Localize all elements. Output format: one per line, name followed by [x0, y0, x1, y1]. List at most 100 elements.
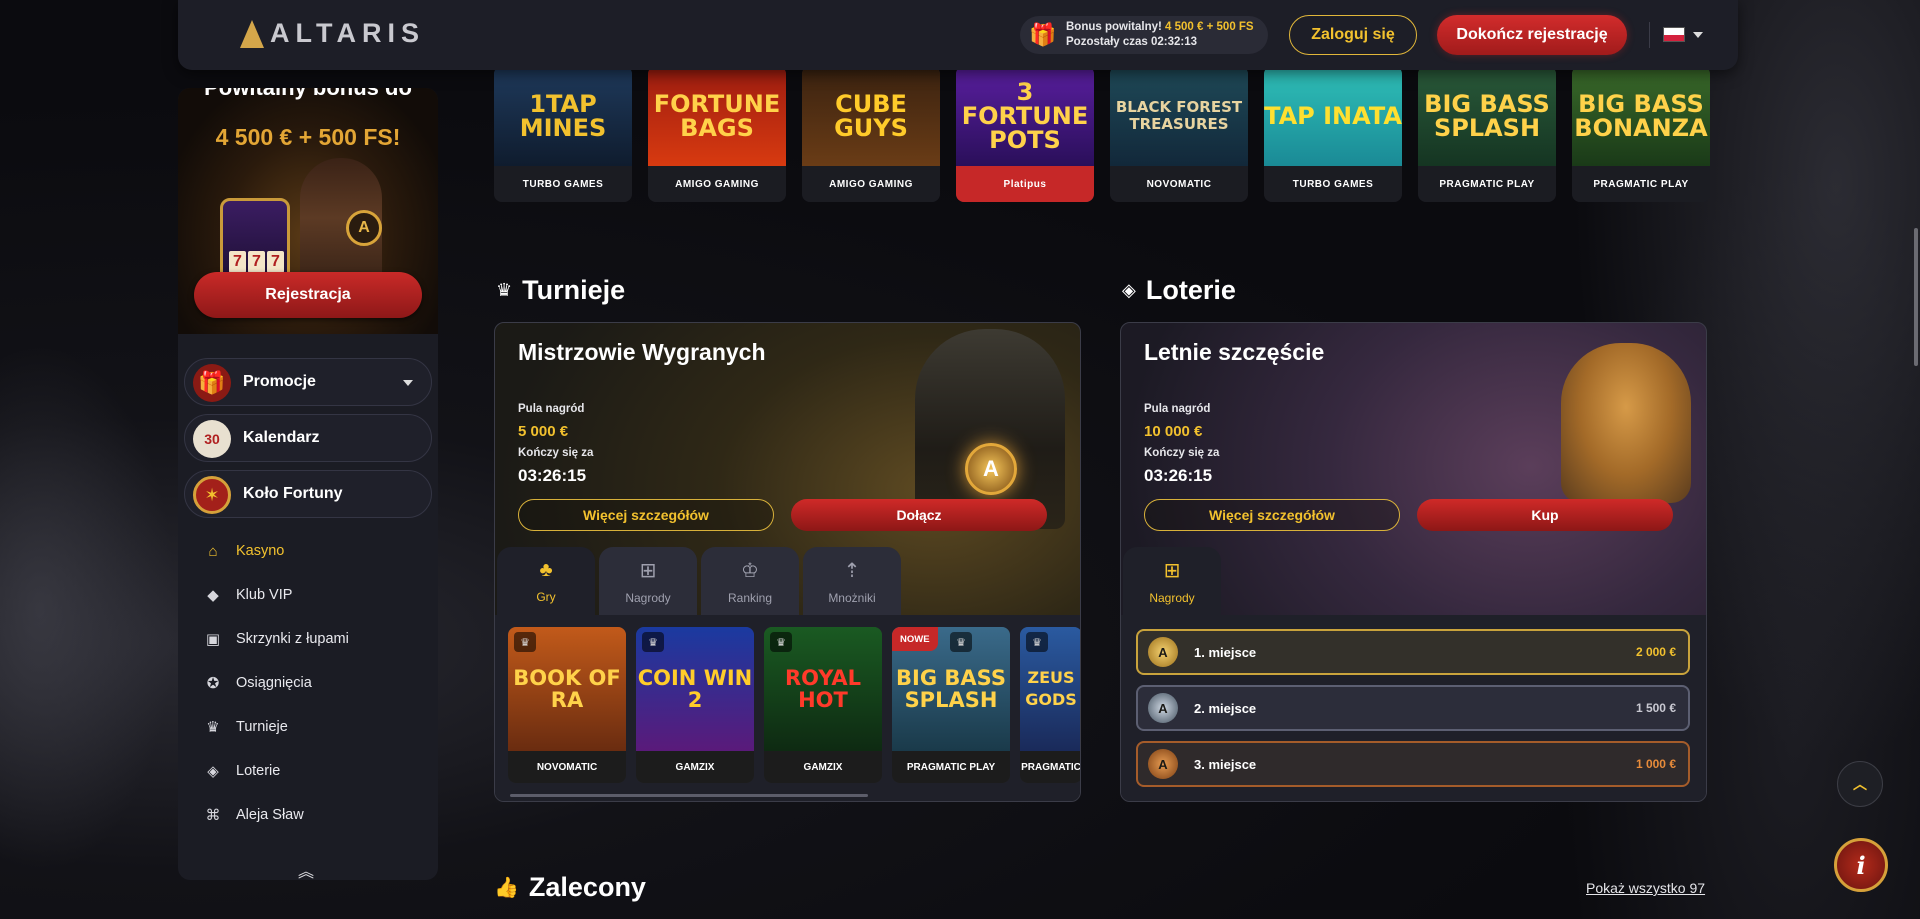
- join-tournament-button[interactable]: Dołącz: [791, 499, 1047, 531]
- home-icon: ⌂: [208, 542, 218, 560]
- prize-amount: 1 000 €: [1635, 757, 1676, 771]
- lotteries-heading: ◈ Loterie: [1122, 275, 1236, 306]
- trophy-icon: ♛: [206, 719, 220, 736]
- nav-label: Aleja Sław: [236, 807, 304, 823]
- games-scrollbar[interactable]: [510, 794, 868, 797]
- lotteries-title: Loterie: [1145, 275, 1236, 305]
- chevron-down-icon[interactable]: [403, 380, 413, 386]
- welcome-promo-banner[interactable]: Powitalny bonus do 4 500 € + 500 FS! 7 7…: [178, 88, 438, 334]
- nav-label: Loterie: [236, 763, 281, 779]
- tab-prizes[interactable]: ⊞ Nagrody: [1123, 547, 1221, 615]
- gift-bonus-icon: 🎁: [1029, 22, 1057, 47]
- scroll-to-top-button[interactable]: ︿: [1837, 761, 1883, 807]
- nav-label: Osiągnięcia: [236, 675, 312, 691]
- game-tile[interactable]: BLACK FOREST TREASURES NOVOMATIC: [1110, 66, 1248, 202]
- game-provider: GAMZIX: [764, 751, 882, 783]
- sidebar-item-casino[interactable]: ⌂ Kasyno: [204, 539, 284, 563]
- bonus-amount: 4 500 € + 500 FS: [1165, 21, 1254, 33]
- tab-multipliers[interactable]: ⇡ Mnożniki: [803, 547, 901, 615]
- tab-prizes[interactable]: ⊞ Nagrody: [599, 547, 697, 615]
- lottery-card: Letnie szczęście Pula nagród 10 000 € Ko…: [1120, 322, 1707, 802]
- crown-icon: ♔: [741, 559, 759, 582]
- prize-row-3: A 3. miejsce 1 000 €: [1136, 741, 1690, 787]
- prize-row-2: A 2. miejsce 1 500 €: [1136, 685, 1690, 731]
- buy-ticket-button[interactable]: Kup: [1417, 499, 1673, 531]
- login-button[interactable]: Zaloguj się: [1289, 15, 1417, 55]
- game-provider: Platipus: [956, 166, 1094, 202]
- sidebar-item-fortune-wheel[interactable]: ✶ Koło Fortuny: [184, 470, 432, 518]
- achievement-icon: ✪: [206, 675, 220, 692]
- tab-ranking[interactable]: ♔ Ranking: [701, 547, 799, 615]
- game-provider: TURBO GAMES: [494, 166, 632, 202]
- site-logo[interactable]: ALTARIS: [240, 18, 425, 49]
- lottery-name: Letnie szczęście: [1144, 339, 1325, 365]
- register-button[interactable]: Rejestracja: [194, 272, 422, 318]
- nav-label: Klub VIP: [236, 587, 293, 603]
- trophy-icon: ♛: [514, 632, 536, 652]
- slot-reel: 7: [267, 251, 284, 273]
- game-provider: AMIGO GAMING: [802, 166, 940, 202]
- prize-pool-value: 5 000 €: [518, 423, 569, 440]
- collapse-up-icon[interactable]: ︽: [298, 858, 314, 880]
- game-tile[interactable]: CUBE GUYS AMIGO GAMING: [802, 66, 940, 202]
- game-tile[interactable]: BIG BASS SPLASH PRAGMATIC PLAY: [1418, 66, 1556, 202]
- gold-medal-icon: A: [1148, 637, 1178, 667]
- show-all-link[interactable]: Pokaż wszystko 97: [1586, 880, 1705, 896]
- tournament-game-tile[interactable]: ROYAL HOT ♛ GAMZIX: [764, 627, 882, 783]
- game-tile[interactable]: 1TAP MINES TURBO GAMES: [494, 66, 632, 202]
- recommended-heading: 👍 Zalecony: [494, 872, 646, 903]
- sidebar-item-vip-club[interactable]: ◆ Klub VIP: [204, 583, 292, 607]
- game-tile[interactable]: TAP INATA TURBO GAMES: [1264, 66, 1402, 202]
- game-provider: NOVOMATIC: [1110, 166, 1248, 202]
- info-button[interactable]: i: [1834, 838, 1888, 892]
- sidebar-item-calendar[interactable]: 30 Kalendarz: [184, 414, 432, 462]
- bonus-timer: Pozostały czas 02:32:13: [1066, 36, 1198, 48]
- prize-row-1: A 1. miejsce 2 000 €: [1136, 629, 1690, 675]
- gift-icon: ⊞: [1163, 559, 1181, 582]
- sidebar-item-lotteries[interactable]: ◈ Loterie: [204, 759, 280, 783]
- trophy-icon: ♛: [642, 632, 664, 652]
- game-tile[interactable]: BIG BASS BONANZA PRAGMATIC PLAY: [1572, 66, 1710, 202]
- hall-of-fame-icon: ⌘: [205, 807, 221, 824]
- game-tile[interactable]: 3 FORTUNE POTS Platipus: [956, 66, 1094, 202]
- nav-label: Turnieje: [236, 719, 288, 735]
- finish-registration-button[interactable]: Dokończ rejestrację: [1437, 15, 1627, 55]
- poland-flag-icon[interactable]: [1663, 27, 1685, 42]
- tournament-details-button[interactable]: Więcej szczegółów: [518, 499, 774, 531]
- tournaments-heading: ♛ Turnieje: [496, 275, 625, 306]
- game-provider: NOVOMATIC: [508, 751, 626, 783]
- sidebar-item-achievements[interactable]: ✪ Osiągnięcia: [204, 671, 312, 695]
- game-provider: PRAGMATIC: [1020, 751, 1080, 783]
- lottery-icon: ◈: [207, 763, 219, 780]
- ends-in-timer: 03:26:15: [518, 466, 587, 485]
- game-tile[interactable]: FORTUNE BAGS AMIGO GAMING: [648, 66, 786, 202]
- sidebar-item-hall-of-fame[interactable]: ⌘ Aleja Sław: [204, 803, 304, 827]
- cherries-icon: ♣: [539, 558, 553, 581]
- tab-games[interactable]: ♣ Gry: [497, 547, 595, 615]
- sidebar-item-tournaments[interactable]: ♛ Turnieje: [204, 715, 288, 739]
- ends-in-label: Kończy się za: [1144, 447, 1220, 459]
- new-badge: NOWE: [892, 627, 938, 651]
- top-header: ALTARIS 🎁 Bonus powitalny! 4 500 € + 500…: [178, 0, 1738, 70]
- prize-place: 1. miejsce: [1194, 644, 1257, 660]
- game-provider: TURBO GAMES: [1264, 166, 1402, 202]
- tournament-game-tile[interactable]: ZEUS GODS ♛ PRAGMATIC: [1020, 627, 1080, 783]
- tournament-game-tile[interactable]: COIN WIN 2 ♛ GAMZIX: [636, 627, 754, 783]
- background-glow-left: [0, 300, 200, 919]
- tournament-game-tile[interactable]: BOOK OF RA ♛ NOVOMATIC: [508, 627, 626, 783]
- game-art: BIG BASS SPLASH: [1418, 66, 1556, 166]
- tab-label: Gry: [536, 589, 556, 604]
- sidebar-item-promotions[interactable]: 🎁 Promocje: [184, 358, 432, 406]
- welcome-bonus-pill[interactable]: 🎁 Bonus powitalny! 4 500 € + 500 FS Pozo…: [1020, 16, 1268, 54]
- chevron-down-icon[interactable]: [1693, 32, 1703, 38]
- page-scrollbar[interactable]: [1914, 228, 1918, 366]
- tournament-game-tile[interactable]: BIG BASS SPLASH NOWE ♛ PRAGMATIC PLAY: [892, 627, 1010, 783]
- game-art: BLACK FOREST TREASURES: [1110, 66, 1248, 166]
- bonus-line: Bonus powitalny!: [1066, 21, 1162, 33]
- tab-label: Mnożniki: [828, 590, 876, 605]
- game-art: 3 FORTUNE POTS: [956, 66, 1094, 166]
- tournament-name: Mistrzowie Wygranych: [518, 339, 766, 365]
- lottery-details-button[interactable]: Więcej szczegółów: [1144, 499, 1400, 531]
- sidebar-item-loot-boxes[interactable]: ▣ Skrzynki z łupami: [204, 627, 349, 651]
- header-divider: [1649, 22, 1650, 48]
